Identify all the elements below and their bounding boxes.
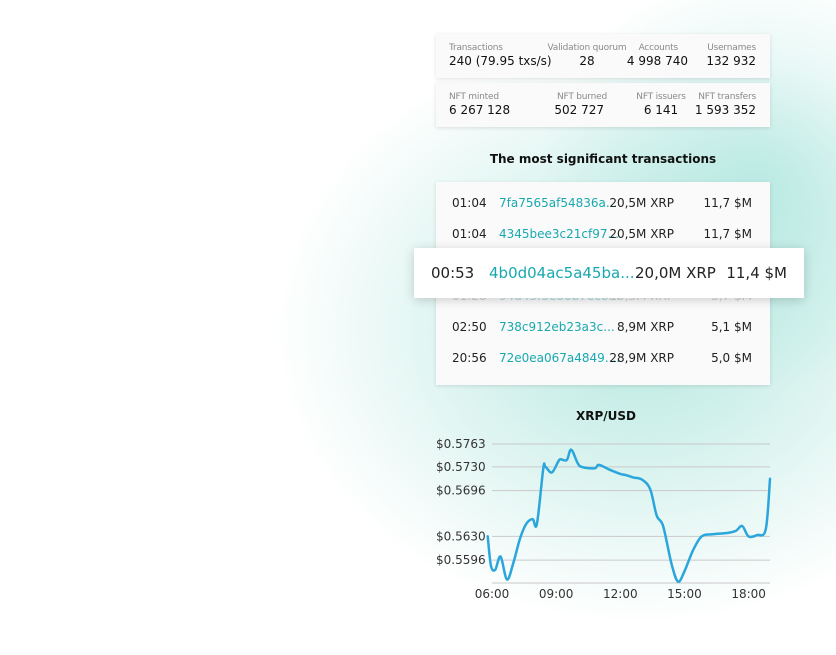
tx-hash-link[interactable]: 738c912eb23a3c... [499, 320, 615, 334]
transaction-row[interactable]: 01:04 7fa7565af54836a... 20,5M XRP 11,7 … [436, 196, 770, 216]
y-tick-label: $0.5730 [436, 460, 486, 474]
transaction-row[interactable]: 01:04 4345bee3c21cf97... 20,5M XRP 11,7 … [436, 227, 770, 247]
tx-amount: 20,0M XRP [635, 264, 716, 282]
y-tick-label: $0.5596 [436, 553, 486, 567]
stat-value: 6 267 128 [449, 103, 511, 117]
y-tick-label: $0.5630 [436, 529, 486, 543]
stat-value: 6 141 [643, 103, 679, 117]
tx-usd-value: 11,7 $M [703, 196, 752, 210]
stat-accounts: Accounts 4 998 740 [627, 43, 688, 68]
nft-stats-row: NFT minted 6 267 128 NFT burned 502 727 … [436, 83, 770, 127]
x-tick-label: 15:00 [667, 587, 702, 601]
tx-amount: 20,5M XRP [609, 196, 674, 210]
price-series-line [486, 448, 772, 583]
stat-label: Usernames [707, 43, 756, 53]
transactions-title: The most significant transactions [489, 152, 717, 166]
tx-amount: 28,9M XRP [609, 351, 674, 365]
tx-hash-link[interactable]: 7fa7565af54836a... [499, 196, 617, 210]
stat-nft-minted: NFT minted 6 267 128 [449, 92, 510, 117]
stat-value: 28 [579, 54, 595, 68]
tx-amount: 20,5M XRP [609, 227, 674, 241]
x-tick-label: 18:00 [731, 587, 766, 601]
stat-value: 4 998 740 [626, 54, 688, 68]
stat-value: 132 932 [706, 54, 756, 68]
y-tick-label: $0.5696 [436, 484, 486, 498]
stat-nft-issuers: NFT issuers 6 141 [634, 92, 688, 117]
stat-label: NFT issuers [636, 92, 686, 102]
stat-label: Accounts [638, 43, 679, 53]
price-chart: $0.5763 $0.5730 $0.5696 $0.5630 $0.5596 06:0… [436, 437, 772, 601]
stat-label: NFT transfers [698, 92, 756, 102]
chart-title: XRP/USD [575, 409, 637, 423]
tx-usd-value: 11,4 $M [726, 264, 787, 282]
tx-time: 01:04 [452, 196, 487, 210]
stat-value: 240 (79.95 txs/s) [449, 54, 552, 68]
stat-transactions: Transactions 240 (79.95 txs/s) [449, 43, 552, 68]
transaction-row[interactable]: 20:56 72e0ea067a4849.... 28,9M XRP 5,0 $… [436, 351, 770, 371]
stat-usernames: Usernames 132 932 [706, 43, 756, 68]
stat-label: Validation quorum [547, 43, 627, 53]
tx-usd-value: 5,1 $M [711, 320, 752, 334]
x-tick-label: 06:00 [475, 587, 510, 601]
tx-hash-link[interactable]: 4b0d04ac5a45ba... [489, 264, 635, 282]
tx-time: 00:53 [431, 264, 475, 282]
x-tick-label: 09:00 [539, 587, 574, 601]
tx-amount: 8,9M XRP [616, 320, 674, 334]
y-tick-label: $0.5763 [436, 437, 486, 451]
tx-hash-link[interactable]: 4345bee3c21cf97... [499, 227, 619, 241]
tx-time: 01:04 [452, 227, 487, 241]
stat-validation-quorum: Validation quorum 28 [547, 43, 627, 68]
stat-label: NFT burned [556, 92, 607, 102]
transaction-row[interactable]: 02:50 738c912eb23a3c... 8,9M XRP 5,1 $M [436, 320, 770, 340]
tx-usd-value: 11,7 $M [703, 227, 752, 241]
stat-label: Transactions [449, 43, 503, 53]
highlighted-transaction-row[interactable]: 00:53 4b0d04ac5a45ba... 20,0M XRP 11,4 $… [414, 248, 804, 298]
network-stats-row: Transactions 240 (79.95 txs/s) Validatio… [436, 34, 770, 78]
stat-value: 1 593 352 [694, 103, 756, 117]
tx-time: 02:50 [452, 320, 487, 334]
tx-time: 20:56 [452, 351, 487, 365]
tx-hash-link[interactable]: 72e0ea067a4849.... [499, 351, 620, 365]
stat-value: 502 727 [554, 103, 604, 117]
stat-nft-transfers: NFT transfers 1 593 352 [695, 92, 756, 117]
stat-label: NFT minted [449, 92, 499, 102]
x-tick-label: 12:00 [603, 587, 638, 601]
tx-usd-value: 5,0 $M [711, 351, 752, 365]
stat-nft-burned: NFT burned 502 727 [554, 92, 607, 117]
